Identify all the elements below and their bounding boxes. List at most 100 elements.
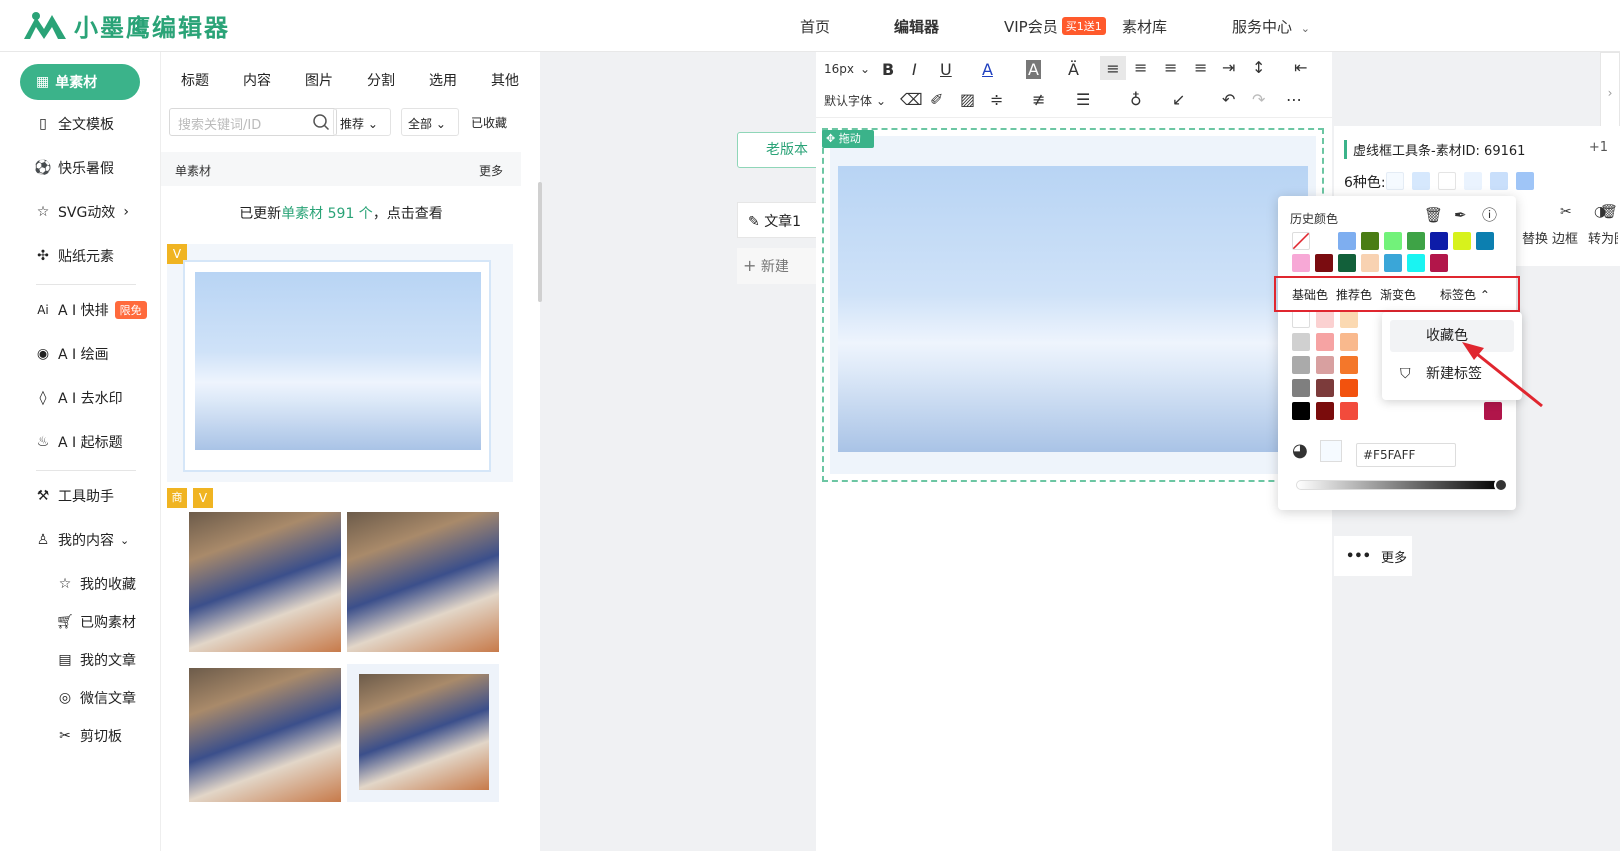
section-more-link[interactable]: 更多 bbox=[479, 162, 503, 179]
nav-home[interactable]: 首页 bbox=[800, 16, 830, 37]
font-family-select[interactable]: 默认字体 ⌄ bbox=[824, 92, 886, 109]
redo-icon[interactable]: ↷ bbox=[1252, 90, 1265, 109]
dropdown-item-new-tag[interactable]: ⛉ 新建标签 bbox=[1390, 358, 1514, 390]
base-color-cell[interactable] bbox=[1340, 356, 1358, 374]
color-swatch[interactable] bbox=[1412, 172, 1430, 190]
nav-item-stickers[interactable]: ✣ 贴纸元素 bbox=[34, 246, 114, 266]
no-color-cell[interactable] bbox=[1292, 232, 1310, 250]
trash-icon[interactable]: 🗑︎ bbox=[1424, 206, 1443, 224]
opacity-slider-handle[interactable] bbox=[1494, 478, 1508, 492]
history-color-cell[interactable] bbox=[1384, 232, 1402, 250]
base-color-cell[interactable] bbox=[1316, 379, 1334, 397]
tab-divider[interactable]: 分割 bbox=[367, 70, 395, 90]
align-left-icon[interactable]: ≡ bbox=[1100, 56, 1126, 80]
search-icon[interactable] bbox=[312, 113, 330, 131]
history-color-cell[interactable] bbox=[1476, 232, 1494, 250]
nav-library[interactable]: 素材库 bbox=[1122, 16, 1167, 37]
exit-format-icon[interactable]: ⇤ bbox=[1294, 58, 1307, 77]
font-size-select[interactable]: 16px ⌄ bbox=[824, 62, 870, 76]
nav-sub-articles[interactable]: ▤ 我的文章 bbox=[56, 650, 136, 670]
eyedropper-icon[interactable]: ✒ bbox=[1454, 206, 1467, 224]
base-color-cell[interactable] bbox=[1316, 356, 1334, 374]
base-color-cell[interactable] bbox=[1340, 402, 1358, 420]
strikethrough-icon[interactable]: ≢ bbox=[1032, 90, 1045, 109]
hex-input[interactable]: #F5FAFF bbox=[1356, 443, 1456, 467]
bulb-icon[interactable]: ♁ bbox=[1130, 90, 1142, 109]
line-height-icon[interactable]: ↕ bbox=[1252, 58, 1265, 77]
format-brush-icon[interactable]: ✐ bbox=[930, 90, 943, 109]
nav-item-single-material[interactable]: ▦ 单素材 bbox=[20, 64, 140, 100]
history-color-cell[interactable] bbox=[1430, 254, 1448, 272]
base-color-cell[interactable] bbox=[1292, 356, 1310, 374]
nav-item-summer[interactable]: ⚽ 快乐暑假 bbox=[34, 158, 114, 178]
nav-vip[interactable]: VIP会员 买1送1 bbox=[1004, 16, 1106, 37]
color-swatch[interactable] bbox=[1438, 172, 1456, 190]
undo-icon[interactable]: ↶ bbox=[1222, 90, 1235, 109]
update-notice[interactable]: 已更新单素材 591 个，点击查看 bbox=[163, 190, 519, 238]
help-icon[interactable]: ⓘ bbox=[1482, 204, 1497, 225]
history-color-cell[interactable] bbox=[1292, 254, 1310, 272]
base-color-cell[interactable] bbox=[1292, 402, 1310, 420]
convert-button[interactable]: 转为图 bbox=[1588, 228, 1618, 247]
border-button[interactable]: 边框 bbox=[1552, 228, 1578, 247]
base-color-cell[interactable] bbox=[1340, 310, 1358, 328]
material-card[interactable]: 商 V bbox=[167, 488, 513, 851]
favorites-filter[interactable]: 已收藏 bbox=[465, 108, 517, 136]
letter-spacing-icon[interactable]: ☰ bbox=[1076, 90, 1090, 109]
drag-handle[interactable]: ✥ 拖动 bbox=[822, 130, 874, 148]
base-color-cell[interactable] bbox=[1316, 402, 1334, 420]
base-color-cell[interactable] bbox=[1316, 310, 1334, 328]
plus-one[interactable]: +1 bbox=[1589, 140, 1608, 155]
nav-sub-purchased[interactable]: 🛒︎ 已购素材 bbox=[56, 612, 136, 632]
selected-material-frame[interactable] bbox=[822, 128, 1324, 482]
nav-editor[interactable]: 编辑器 bbox=[894, 16, 939, 37]
color-swatch[interactable] bbox=[1516, 172, 1534, 190]
align-justify-icon[interactable]: ≡ bbox=[1194, 58, 1207, 77]
history-color-cell[interactable] bbox=[1407, 254, 1425, 272]
nav-item-templates[interactable]: ▯ 全文模板 bbox=[34, 114, 114, 134]
image-icon[interactable]: ▨ bbox=[960, 90, 975, 109]
trash-icon[interactable]: 🗑︎ bbox=[1600, 204, 1618, 220]
align-right-icon[interactable]: ≡ bbox=[1164, 58, 1177, 77]
base-color-cell[interactable] bbox=[1292, 379, 1310, 397]
nav-item-ai-title[interactable]: ♨ A I 起标题 bbox=[34, 432, 123, 452]
nav-item-svg[interactable]: ☆ SVG动效 › bbox=[34, 202, 129, 222]
color-swatch[interactable] bbox=[1386, 172, 1404, 190]
underline-icon[interactable]: U bbox=[940, 60, 952, 79]
color-swatch[interactable] bbox=[1464, 172, 1482, 190]
history-color-cell[interactable] bbox=[1361, 232, 1379, 250]
search-input[interactable]: 搜索关键词/ID bbox=[169, 108, 337, 136]
nav-item-ai-layout[interactable]: Ai A I 快排 限免 bbox=[34, 300, 147, 320]
palette-icon[interactable]: ◕ bbox=[1292, 440, 1308, 461]
nav-sub-wechat[interactable]: ◎ 微信文章 bbox=[56, 688, 136, 708]
opacity-slider[interactable] bbox=[1296, 480, 1502, 490]
tab-gradient-color[interactable]: 渐变色 bbox=[1380, 286, 1416, 303]
bold-icon[interactable]: B bbox=[882, 60, 894, 79]
italic-icon[interactable]: I bbox=[912, 60, 917, 79]
indent-icon[interactable]: ⇥ bbox=[1222, 58, 1235, 77]
nav-item-ai-paint[interactable]: ◉ A I 绘画 bbox=[34, 344, 109, 364]
history-color-cell[interactable] bbox=[1407, 232, 1425, 250]
align-center-icon[interactable]: ≡ bbox=[1134, 58, 1147, 77]
base-color-cell[interactable] bbox=[1340, 379, 1358, 397]
dropdown-item-favorite-colors[interactable]: 收藏色 bbox=[1390, 320, 1514, 352]
nav-item-ai-watermark[interactable]: ◊ A I 去水印 bbox=[34, 388, 123, 408]
nav-sub-favorites[interactable]: ☆ 我的收藏 bbox=[56, 574, 136, 594]
history-color-cell[interactable] bbox=[1361, 254, 1379, 272]
tab-basic-color[interactable]: 基础色 bbox=[1292, 286, 1328, 303]
base-color-cell[interactable] bbox=[1292, 333, 1310, 351]
base-color-cell[interactable] bbox=[1484, 402, 1502, 420]
base-color-cell[interactable] bbox=[1292, 310, 1310, 328]
collapse-right-panel[interactable]: › bbox=[1600, 52, 1620, 132]
tab-title[interactable]: 标题 bbox=[181, 70, 209, 90]
tab-image[interactable]: 图片 bbox=[305, 70, 333, 90]
history-color-cell[interactable] bbox=[1338, 254, 1356, 272]
scope-select[interactable]: 全部 ⌄ bbox=[401, 108, 459, 136]
history-color-cell[interactable] bbox=[1430, 232, 1448, 250]
tab-content[interactable]: 内容 bbox=[243, 70, 271, 90]
eraser-icon[interactable]: ⌫ bbox=[900, 90, 923, 109]
base-color-cell[interactable] bbox=[1340, 333, 1358, 351]
color-swatch[interactable] bbox=[1490, 172, 1508, 190]
nav-sub-clipboard[interactable]: ✂ 剪切板 bbox=[56, 726, 122, 746]
tab-other[interactable]: 其他 bbox=[491, 70, 519, 90]
